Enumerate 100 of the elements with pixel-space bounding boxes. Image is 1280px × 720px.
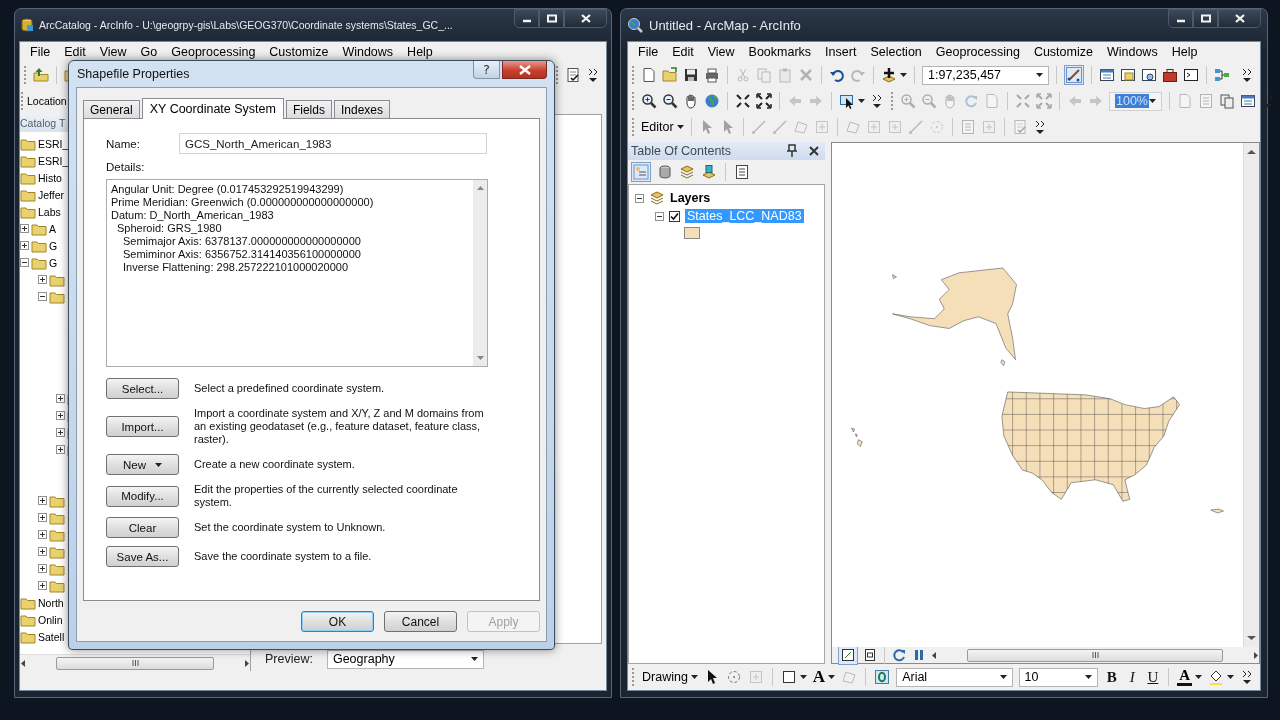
vertical-scrollbar[interactable] bbox=[1243, 143, 1259, 647]
add-data-button[interactable] bbox=[881, 67, 907, 83]
scale-dropdown[interactable]: 1:97,235,457 bbox=[922, 65, 1049, 85]
rectangle-button[interactable] bbox=[780, 669, 807, 685]
minimize-button[interactable] bbox=[514, 9, 539, 28]
tree-item[interactable]: G bbox=[49, 256, 58, 269]
minimize-button[interactable] bbox=[1168, 9, 1193, 28]
tree-item[interactable]: A bbox=[49, 222, 56, 235]
action-button[interactable]: Clear bbox=[106, 517, 179, 538]
tree-item[interactable]: G bbox=[49, 239, 58, 252]
expand-box-icon[interactable] bbox=[56, 445, 65, 454]
expand-box-icon[interactable] bbox=[56, 411, 65, 420]
tree-item[interactable]: ESRI_ bbox=[38, 137, 69, 150]
fill-color-button[interactable] bbox=[1208, 669, 1234, 685]
expand-box-icon[interactable] bbox=[38, 496, 47, 505]
tree-item[interactable]: Labs bbox=[38, 205, 61, 218]
menu-item[interactable]: Go bbox=[133, 45, 165, 59]
underline-button[interactable]: U bbox=[1145, 668, 1161, 686]
close-button[interactable] bbox=[1218, 9, 1261, 28]
menu-item[interactable]: Insert bbox=[818, 45, 864, 59]
action-button[interactable]: Select... bbox=[106, 378, 179, 399]
tree-item[interactable]: ESRI_ bbox=[38, 154, 69, 167]
expand-box-icon[interactable] bbox=[56, 394, 65, 403]
expand-box-icon[interactable] bbox=[20, 224, 29, 233]
menu-item[interactable]: View bbox=[700, 45, 742, 59]
tab[interactable]: XY Coordinate System bbox=[141, 98, 284, 119]
bold-button[interactable]: B bbox=[1104, 668, 1119, 686]
maximize-button[interactable] bbox=[1193, 9, 1218, 28]
menu-item[interactable]: Bookmarks bbox=[741, 45, 819, 59]
font-size-dropdown[interactable]: 10 bbox=[1018, 667, 1099, 687]
new-document-icon[interactable] bbox=[641, 67, 657, 83]
menu-item[interactable]: File bbox=[23, 45, 58, 59]
horizontal-scrollbar[interactable] bbox=[931, 647, 1259, 663]
collapse-box-icon[interactable] bbox=[635, 193, 644, 203]
expand-box-icon[interactable] bbox=[38, 530, 47, 539]
tree-item[interactable]: Layers bbox=[670, 191, 711, 205]
horizontal-scrollbar[interactable] bbox=[20, 655, 250, 671]
collapse-box-icon[interactable] bbox=[38, 292, 47, 301]
zoom-out-icon[interactable] bbox=[662, 93, 678, 109]
name-field[interactable]: GCS_North_American_1983 bbox=[179, 133, 487, 154]
refresh-icon[interactable] bbox=[891, 647, 907, 663]
checkbox[interactable] bbox=[669, 210, 680, 222]
help-button[interactable]: ? bbox=[473, 61, 500, 79]
menu-item[interactable]: Customize bbox=[262, 45, 336, 59]
menu-item[interactable]: Geoprocessing bbox=[928, 45, 1027, 59]
action-button[interactable]: Modify... bbox=[106, 485, 179, 507]
menu-button[interactable]: New bbox=[106, 454, 179, 475]
close-button[interactable] bbox=[502, 61, 547, 79]
dialog-button[interactable]: OK bbox=[301, 611, 374, 632]
rotate-icon[interactable] bbox=[725, 669, 742, 685]
maximize-button[interactable] bbox=[539, 9, 564, 28]
font-dropdown[interactable]: Arial bbox=[896, 667, 1013, 687]
collapse-box-icon[interactable] bbox=[655, 211, 664, 221]
globe-icon[interactable] bbox=[704, 93, 720, 109]
action-button[interactable]: Import... bbox=[106, 416, 179, 437]
metadata-icon[interactable] bbox=[565, 67, 581, 83]
menu-item[interactable]: View bbox=[92, 45, 134, 59]
menu-item[interactable]: File bbox=[631, 45, 666, 59]
menu-item[interactable]: Edit bbox=[57, 45, 93, 59]
collapse-box-icon[interactable] bbox=[20, 258, 29, 267]
pin-icon[interactable] bbox=[784, 143, 800, 159]
list-icon[interactable] bbox=[959, 119, 976, 135]
printer-icon[interactable] bbox=[704, 67, 720, 83]
expand-box-icon[interactable] bbox=[38, 513, 47, 522]
expand-box-icon[interactable] bbox=[38, 547, 47, 556]
tree-item[interactable]: Satell bbox=[38, 630, 65, 643]
expand-box-icon[interactable] bbox=[38, 564, 47, 573]
tab[interactable]: Fields bbox=[285, 100, 332, 118]
expand-box-icon[interactable] bbox=[38, 275, 47, 284]
tab[interactable]: Indexes bbox=[333, 100, 390, 118]
undo-icon[interactable] bbox=[829, 67, 845, 83]
italic-button[interactable]: I bbox=[1124, 668, 1140, 686]
menu-item[interactable]: Help bbox=[1164, 45, 1205, 59]
editor-menu[interactable]: Editor bbox=[641, 120, 684, 134]
dialog-button[interactable]: Cancel bbox=[384, 611, 457, 632]
menu-item[interactable]: Selection bbox=[863, 45, 929, 59]
copy-icon[interactable] bbox=[1219, 93, 1235, 109]
menu-item[interactable]: Help bbox=[400, 45, 440, 59]
table-window-icon[interactable] bbox=[1099, 67, 1115, 83]
zoom-in-arrows-icon[interactable] bbox=[735, 93, 751, 109]
expand-box-icon[interactable] bbox=[38, 581, 47, 590]
action-button[interactable]: Save As... bbox=[106, 546, 179, 567]
menu-item[interactable]: Edit bbox=[665, 45, 701, 59]
font-color-button[interactable]: A bbox=[1177, 668, 1202, 686]
tree-item[interactable]: Jeffer bbox=[38, 188, 65, 201]
select-elements-button[interactable] bbox=[839, 93, 865, 109]
tree-item[interactable]: Onlin bbox=[38, 613, 63, 626]
zoom-out-arrows-icon[interactable] bbox=[756, 93, 772, 109]
save-icon[interactable] bbox=[683, 67, 699, 83]
expand-box-icon[interactable] bbox=[56, 428, 65, 437]
close-button[interactable] bbox=[564, 9, 607, 28]
drawing-menu[interactable]: Drawing bbox=[642, 670, 698, 684]
zoom-in-icon[interactable] bbox=[641, 93, 657, 109]
options-icon[interactable] bbox=[734, 164, 750, 180]
text-tool-button[interactable]: A bbox=[812, 668, 836, 686]
list-icon[interactable] bbox=[1198, 93, 1214, 109]
checklist-icon[interactable] bbox=[1011, 119, 1028, 135]
toolbox-icon[interactable] bbox=[1162, 67, 1178, 83]
tab[interactable]: General bbox=[83, 100, 140, 118]
menu-item[interactable]: Windows bbox=[1099, 45, 1165, 59]
